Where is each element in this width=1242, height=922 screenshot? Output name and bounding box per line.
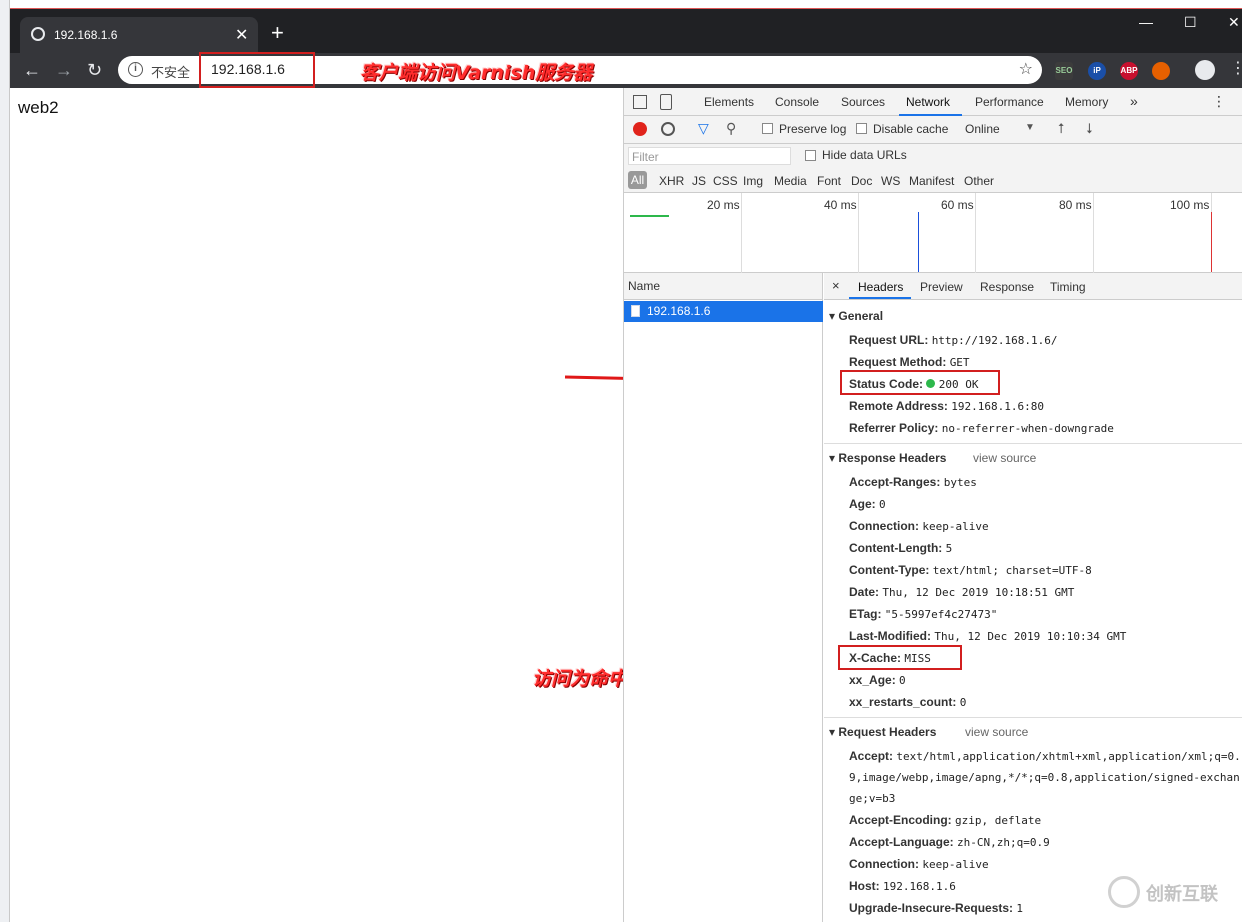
response-header: xx_restarts_count: 0 xyxy=(849,695,967,709)
tab-preview[interactable]: Preview xyxy=(920,280,963,294)
type-xhr[interactable]: XHR xyxy=(659,174,684,188)
device-toggle-icon[interactable] xyxy=(660,94,672,110)
response-header: ETag: "5-5997ef4c27473" xyxy=(849,607,998,621)
type-doc[interactable]: Doc xyxy=(851,174,872,188)
request-name: 192.168.1.6 xyxy=(647,304,711,318)
disable-cache-label: Disable cache xyxy=(873,122,949,136)
hide-data-urls-label: Hide data URLs xyxy=(822,148,907,162)
type-manifest[interactable]: Manifest xyxy=(909,174,954,188)
name-column-header[interactable]: Name xyxy=(624,273,823,300)
general-referrer-policy: Referrer Policy: no-referrer-when-downgr… xyxy=(849,421,1114,435)
tab-network[interactable]: Network xyxy=(906,95,950,109)
record-icon[interactable] xyxy=(633,122,647,136)
general-section-header[interactable]: ▾ General xyxy=(829,309,883,323)
type-js[interactable]: JS xyxy=(692,174,706,188)
request-row[interactable]: 192.168.1.6 xyxy=(624,301,823,322)
export-har-icon[interactable]: ⭣ xyxy=(1086,120,1093,137)
response-headers-section-header[interactable]: ▾ Response Headers xyxy=(829,451,946,465)
request-bar xyxy=(630,215,669,217)
tab-response[interactable]: Response xyxy=(980,280,1034,294)
request-header: Upgrade-Insecure-Requests: 1 xyxy=(849,901,1024,915)
divider xyxy=(824,443,1242,444)
tab-headers[interactable]: Headers xyxy=(858,280,903,294)
type-css[interactable]: CSS xyxy=(713,174,738,188)
general-request-url: Request URL: http://192.168.1.6/ xyxy=(849,333,1058,347)
view-source-link[interactable]: view source xyxy=(973,451,1036,465)
type-font[interactable]: Font xyxy=(817,174,841,188)
triangle-down-icon: ▾ xyxy=(829,309,839,323)
load-line xyxy=(1211,212,1212,272)
request-header: Accept-Encoding: gzip, deflate xyxy=(849,813,1042,827)
filter-icon[interactable]: ▽ xyxy=(698,120,709,137)
request-header-accept-cont: 9,image/webp,image/apng,*/*;q=0.8,applic… xyxy=(849,771,1240,784)
view-source-link[interactable]: view source xyxy=(965,725,1028,739)
response-header: Connection: keep-alive xyxy=(849,519,989,533)
tab-elements[interactable]: Elements xyxy=(704,95,754,109)
domcontentloaded-line xyxy=(918,212,919,272)
preserve-log-label: Preserve log xyxy=(779,122,847,136)
type-other[interactable]: Other xyxy=(964,174,994,188)
request-header: Accept-Language: zh-CN,zh;q=0.9 xyxy=(849,835,1050,849)
tab-timing[interactable]: Timing xyxy=(1050,280,1086,294)
divider xyxy=(824,717,1242,718)
close-detail-icon[interactable]: × xyxy=(832,278,840,293)
timeline-gridline xyxy=(741,193,742,273)
request-header-accept: Accept: text/html,application/xhtml+xml,… xyxy=(849,749,1241,763)
tab-sources[interactable]: Sources xyxy=(841,95,885,109)
disable-cache-checkbox[interactable] xyxy=(856,123,867,134)
filter-input[interactable]: Filter xyxy=(628,147,791,165)
response-header: Accept-Ranges: bytes xyxy=(849,475,977,489)
triangle-down-icon: ▾ xyxy=(829,725,839,739)
type-img[interactable]: Img xyxy=(743,174,763,188)
document-icon xyxy=(631,305,640,317)
tab-performance[interactable]: Performance xyxy=(975,95,1044,109)
request-header: Host: 192.168.1.6 xyxy=(849,879,956,893)
timeline-gridline xyxy=(1093,193,1094,273)
response-header: Last-Modified: Thu, 12 Dec 2019 10:10:34… xyxy=(849,629,1127,643)
response-header: Content-Length: 5 xyxy=(849,541,953,555)
response-header: xx_Age: 0 xyxy=(849,673,906,687)
timeline-tick-label: 40 ms xyxy=(824,198,857,212)
request-list xyxy=(624,300,823,922)
timeline-gridline xyxy=(975,193,976,273)
response-header: Date: Thu, 12 Dec 2019 10:18:51 GMT xyxy=(849,585,1075,599)
triangle-down-icon: ▾ xyxy=(829,451,839,465)
timeline-tick-label: 20 ms xyxy=(707,198,740,212)
more-tabs-button[interactable]: » xyxy=(1130,93,1138,109)
import-har-icon[interactable]: ⭡ xyxy=(1058,120,1065,137)
timeline-gridline xyxy=(858,193,859,273)
devtools-menu-icon[interactable]: ⋮ xyxy=(1212,93,1226,110)
timeline-tick-label: 60 ms xyxy=(941,198,974,212)
timeline-tick-label: 100 ms xyxy=(1170,198,1210,212)
type-all[interactable]: All xyxy=(628,171,647,189)
timeline-tick-label: 80 ms xyxy=(1059,198,1092,212)
xcache-highlight-box xyxy=(838,645,962,670)
tab-memory[interactable]: Memory xyxy=(1065,95,1108,109)
name-header-label: Name xyxy=(628,279,661,293)
general-remote-address: Remote Address: 192.168.1.6:80 xyxy=(849,399,1044,413)
type-ws[interactable]: WS xyxy=(881,174,900,188)
type-media[interactable]: Media xyxy=(774,174,807,188)
preserve-log-checkbox[interactable] xyxy=(762,123,773,134)
status-highlight-box xyxy=(840,370,1000,395)
request-header-accept-cont: ge;v=b3 xyxy=(849,792,896,805)
request-header: Connection: keep-alive xyxy=(849,857,989,871)
general-request-method: Request Method: GET xyxy=(849,355,970,369)
clear-icon[interactable] xyxy=(661,122,675,136)
watermark-text: 创新互联 xyxy=(1146,884,1218,904)
chevron-down-icon[interactable]: ▼ xyxy=(1025,122,1035,133)
hide-data-urls-checkbox[interactable] xyxy=(805,150,816,161)
throttle-select[interactable]: Online xyxy=(965,122,1000,136)
watermark-logo-icon xyxy=(1108,876,1140,908)
inspect-icon[interactable] xyxy=(633,95,647,109)
headers-tab-indicator xyxy=(849,297,911,299)
request-headers-section-header[interactable]: ▾ Request Headers xyxy=(829,725,936,739)
annotation-cache-result: 访问为命中 xyxy=(532,668,628,690)
search-icon[interactable]: ⚲ xyxy=(726,120,736,137)
response-header: Age: 0 xyxy=(849,497,886,511)
tab-console[interactable]: Console xyxy=(775,95,819,109)
response-header: Content-Type: text/html; charset=UTF-8 xyxy=(849,563,1092,577)
